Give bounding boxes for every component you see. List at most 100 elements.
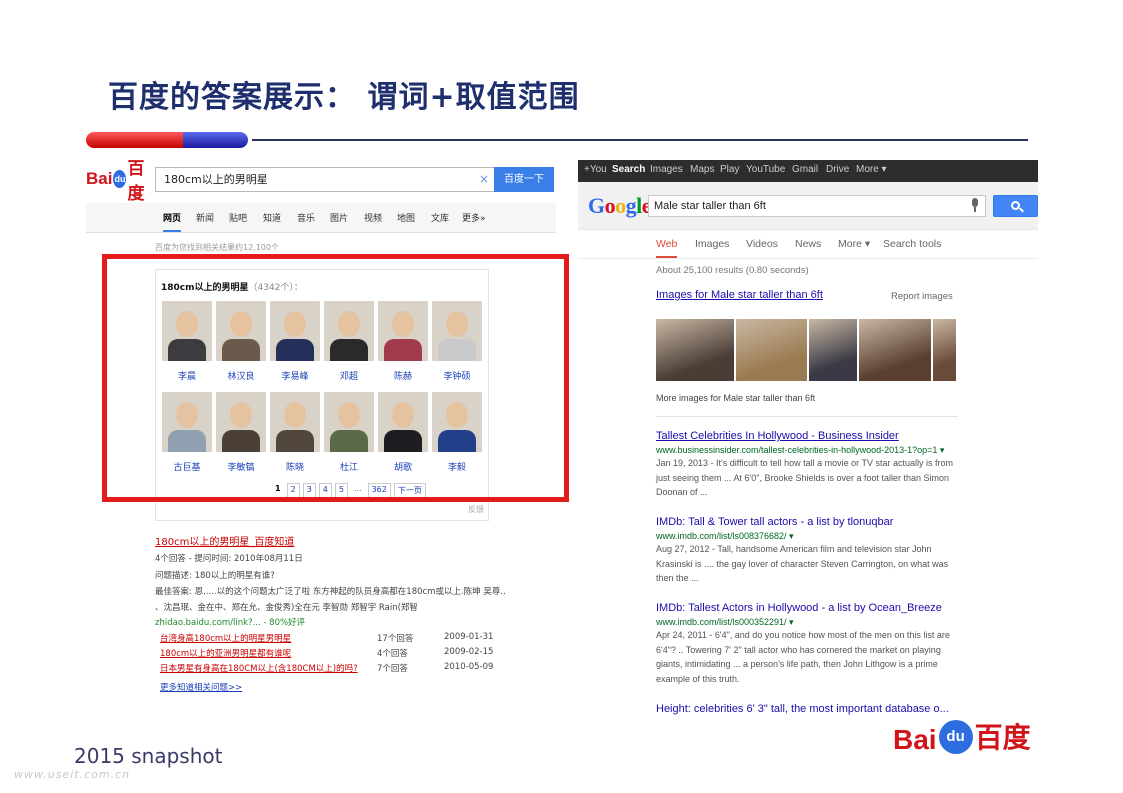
tab-more[interactable]: More ▾ [838, 238, 870, 250]
page-4[interactable]: 4 [318, 483, 332, 498]
baidu-tab-more[interactable]: 更多» [462, 211, 486, 224]
feedback-link[interactable]: 反馈 [468, 504, 484, 515]
zhidao-best-answer: 最佳答案: 恩.....以的这个问题太广泛了啦 东方神起的队员身高都在180cm… [155, 587, 506, 597]
answer-card-title[interactable]: 180cm以上的男明星（4342个）： [161, 280, 303, 293]
topbar-search[interactable]: Search [612, 164, 645, 175]
topbar-drive[interactable]: Drive [826, 164, 849, 175]
image-thumbnail[interactable] [859, 319, 931, 381]
topbar-play[interactable]: Play [720, 164, 739, 175]
title-accent-bar [86, 132, 248, 148]
topbar-youtube[interactable]: YouTube [746, 164, 785, 175]
next-page-button[interactable]: 下一页 [393, 483, 426, 498]
result-title[interactable]: Tallest Celebrities In Hollywood - Busin… [656, 430, 899, 442]
celebrity-photo[interactable] [270, 301, 320, 361]
celebrity-photo[interactable] [324, 392, 374, 452]
celebrity-name[interactable]: 李毅 [432, 460, 482, 473]
result-title[interactable]: IMDb: Tallest Actors in Hollywood - a li… [656, 602, 942, 614]
result-snippet: Aug 27, 2012 - Tall, handsome American f… [656, 544, 949, 583]
celebrity-photo[interactable] [162, 392, 212, 452]
related-question[interactable]: 日本男星有身高在180CM以上(含180CM以上)的吗? [160, 662, 358, 674]
baidu-tab-map[interactable]: 地图 [397, 211, 415, 224]
page-362[interactable]: 362 [367, 483, 391, 498]
page-3[interactable]: 3 [302, 483, 316, 498]
google-search-input[interactable]: Male star taller than 6ft [648, 195, 986, 217]
zhidao-more-link[interactable]: 更多知道相关问题>> [160, 681, 242, 693]
tab-images[interactable]: Images [695, 238, 729, 250]
image-thumbnail[interactable] [656, 319, 734, 381]
related-question[interactable]: 180cm以上的亚洲男明星都有谁呢 [160, 647, 291, 659]
baidu-tab-video[interactable]: 视频 [364, 211, 382, 224]
baidu-search-button[interactable]: 百度一下 [494, 167, 554, 192]
google-logo[interactable]: Google [588, 193, 652, 219]
related-question[interactable]: 台湾身高180cm以上的明星男明星 [160, 632, 291, 644]
page-1[interactable]: 1 [272, 483, 284, 498]
topbar-you[interactable]: +You [584, 164, 607, 175]
celebrity-photo[interactable] [216, 392, 266, 452]
clear-icon[interactable]: × [474, 167, 494, 192]
divider [578, 258, 1038, 259]
zhidao-best-answer-cont: 、沈昌珉、金在中、郑在允、金俊秀)全在元 李智勋 郑智宇 Rain(郑智 [155, 603, 418, 613]
celebrity-name[interactable]: 陈赫 [378, 369, 428, 382]
celebrity-name[interactable]: 李晨 [162, 369, 212, 382]
celebrity-name[interactable]: 李敏镐 [216, 460, 266, 473]
microphone-icon[interactable] [970, 198, 980, 212]
celebrity-name[interactable]: 李易峰 [270, 369, 320, 382]
topbar-gmail[interactable]: Gmail [792, 164, 818, 175]
more-images-link[interactable]: More images for Male star taller than 6f… [656, 393, 815, 403]
snapshot-label: 2015 snapshot [74, 744, 223, 768]
baidu-tab-web[interactable]: 网页 [163, 211, 182, 232]
baidu-tab-wenku[interactable]: 文库 [431, 211, 449, 224]
image-thumbnail[interactable] [809, 319, 857, 381]
google-search-button[interactable] [993, 195, 1038, 217]
celebrity-photo[interactable] [216, 301, 266, 361]
celebrity-name[interactable]: 陈晓 [270, 460, 320, 473]
page-5[interactable]: 5 [334, 483, 348, 498]
topbar-images[interactable]: Images [650, 164, 683, 175]
celebrity-name[interactable]: 古巨基 [162, 460, 212, 473]
baidu-tab-zhidao[interactable]: 知道 [263, 211, 281, 224]
tab-news[interactable]: News [795, 238, 821, 250]
question-date: 2009-02-15 [444, 647, 494, 657]
result-title[interactable]: Height: celebrities 6' 3" tall, the most… [656, 703, 949, 715]
celebrity-photo[interactable] [432, 301, 482, 361]
celebrity-name[interactable]: 邓超 [324, 369, 374, 382]
topbar-maps[interactable]: Maps [690, 164, 714, 175]
baidu-tab-music[interactable]: 音乐 [297, 211, 315, 224]
images-result-title[interactable]: Images for Male star taller than 6ft [656, 289, 823, 301]
baidu-nav-tabs: 网页 新闻 贴吧 知道 音乐 图片 视频 地图 文库 更多» [86, 203, 556, 233]
google-logo-letter: g [625, 193, 637, 218]
baidu-tab-tieba[interactable]: 贴吧 [229, 211, 247, 224]
tab-web[interactable]: Web [656, 238, 678, 259]
baidu-logo-cn: 百度 [127, 159, 145, 203]
celebrity-name[interactable]: 林汉良 [216, 369, 266, 382]
celebrity-photo[interactable] [324, 301, 374, 361]
topbar-more[interactable]: More ▾ [856, 164, 887, 175]
celebrity-name[interactable]: 杜江 [324, 460, 374, 473]
pagination: 1 2 3 4 5 ... 362 下一页 [272, 483, 426, 498]
celebrity-photo[interactable] [378, 392, 428, 452]
baidu-logo-cn: 百度 [974, 722, 1031, 753]
question-date: 2010-05-09 [444, 662, 494, 672]
image-thumbnail[interactable] [933, 319, 956, 381]
celebrity-photo[interactable] [432, 392, 482, 452]
image-thumbnail[interactable] [736, 319, 807, 381]
zhidao-link[interactable]: zhidao.baidu.com/link?... - 80%好评 [155, 616, 305, 628]
baidu-tab-news[interactable]: 新闻 [196, 211, 214, 224]
celebrity-photo[interactable] [162, 301, 212, 361]
zhidao-meta: 4个回答 - 提问时间: 2010年08月11日 [155, 554, 303, 564]
celebrity-photo[interactable] [270, 392, 320, 452]
celebrity-name[interactable]: 胡歌 [378, 460, 428, 473]
page-2[interactable]: 2 [286, 483, 300, 498]
result-url: www.businessinsider.com/tallest-celebrit… [656, 445, 945, 455]
celebrity-photo[interactable] [378, 301, 428, 361]
baidu-search-input[interactable]: 180cm以上的男明星 [155, 167, 494, 192]
tab-videos[interactable]: Videos [746, 238, 778, 250]
baidu-tab-images[interactable]: 图片 [330, 211, 348, 224]
zhidao-result-title[interactable]: 180cm以上的男明星_百度知道 [155, 533, 294, 548]
celebrity-name[interactable]: 李钟硕 [432, 369, 482, 382]
result-url: www.imdb.com/list/ls008376682/ ▾ [656, 531, 794, 541]
report-images-link[interactable]: Report images [891, 291, 953, 302]
baidu-logo[interactable]: Bai du 百度 [86, 159, 152, 203]
result-title[interactable]: IMDb: Tall & Tower tall actors - a list … [656, 516, 893, 528]
tab-search-tools[interactable]: Search tools [883, 238, 941, 250]
